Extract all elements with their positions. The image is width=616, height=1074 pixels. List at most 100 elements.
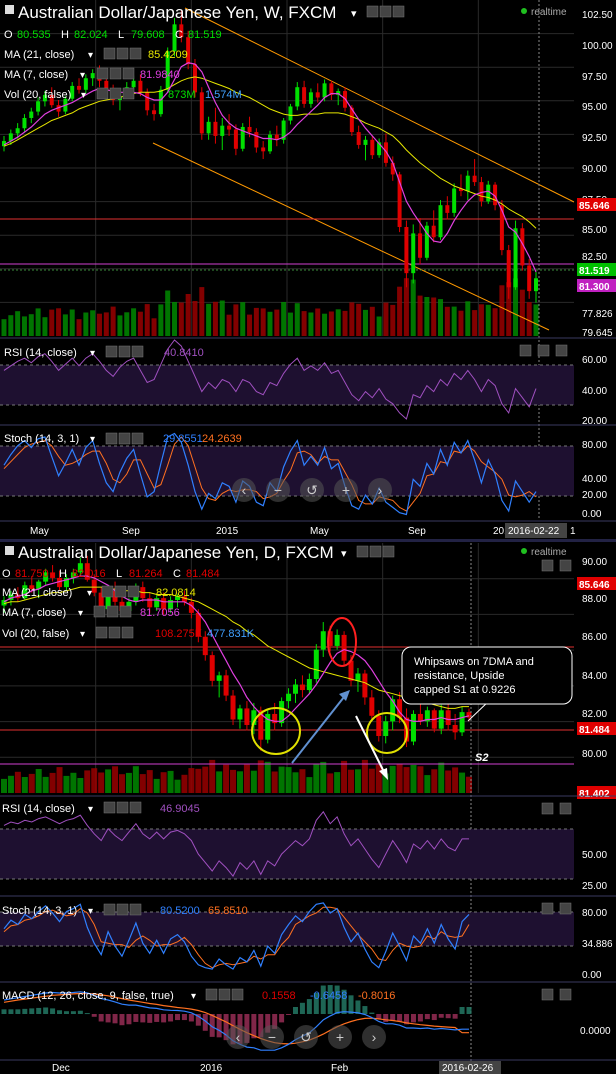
- weekly-title-hide-icon[interactable]: [379, 5, 392, 18]
- daily-macd-histogram-bar: [390, 1014, 396, 1021]
- weekly-title-close-icon[interactable]: [392, 5, 405, 18]
- daily-ma21-settings-icon[interactable]: [101, 585, 114, 598]
- daily-stoch-tick: 34.886: [582, 939, 613, 950]
- daily-volume-bar: [431, 769, 438, 793]
- weekly-title-settings-icon[interactable]: [366, 5, 379, 18]
- weekly-stoch-settings-icon[interactable]: [105, 432, 118, 445]
- weekly-title-dropdown-icon[interactable]: ▾: [351, 8, 357, 20]
- tradingview-chart-svg[interactable]: 102.50100.0097.5095.0092.5090.0087.5085.…: [0, 0, 616, 1074]
- daily-ohlc-value: 81.484: [186, 568, 220, 580]
- weekly-rsi-tick: 60.00: [582, 355, 607, 366]
- daily-macd-histogram-bar: [279, 1014, 285, 1023]
- weekly-vol-settings-icon[interactable]: [96, 87, 109, 100]
- daily-scroll-down-icon[interactable]: [559, 559, 572, 572]
- daily-macd-close-icon[interactable]: [231, 988, 244, 1001]
- daily-vol-settings-icon[interactable]: [95, 626, 108, 639]
- weekly-candle: [152, 110, 157, 115]
- weekly-volume-bar: [137, 311, 143, 336]
- daily-stoch-close-icon[interactable]: [559, 902, 572, 915]
- weekly-rsi-settings-icon[interactable]: [105, 345, 118, 358]
- weekly-ma21-close-icon[interactable]: [129, 47, 142, 60]
- weekly-ma21-dropdown-icon[interactable]: ▾: [88, 50, 93, 61]
- daily-vol-dropdown-icon[interactable]: ▾: [80, 629, 85, 640]
- weekly-rsi-hide-icon[interactable]: [118, 345, 131, 358]
- daily-volume-bar: [181, 774, 188, 793]
- daily-vol-hide-icon[interactable]: [108, 626, 121, 639]
- weekly-volume-bar: [192, 301, 198, 336]
- weekly-vol-dropdown-icon[interactable]: ▾: [81, 90, 86, 101]
- weekly-rsi-menu-icon[interactable]: [555, 344, 568, 357]
- weekly-stoch-dropdown-icon[interactable]: ▾: [90, 434, 95, 445]
- weekly-price-tick: 92.50: [582, 133, 607, 144]
- weekly-scroll-left-button-glyph: ‹: [242, 482, 247, 498]
- daily-macd-maximize-icon[interactable]: [541, 988, 554, 1001]
- daily-ma21-dropdown-icon[interactable]: ▾: [87, 588, 92, 599]
- daily-macd-hide-icon[interactable]: [218, 988, 231, 1001]
- daily-collapse-icon[interactable]: [5, 546, 14, 555]
- daily-macd-histogram-bar: [91, 1014, 97, 1017]
- daily-macd-histogram-bar: [50, 1008, 56, 1014]
- weekly-ma7-hide-icon[interactable]: [109, 67, 122, 80]
- daily-rsi-dropdown-icon[interactable]: ▾: [88, 804, 93, 815]
- daily-ma7-dropdown-icon[interactable]: ▾: [78, 608, 83, 619]
- weekly-volume-bar: [206, 303, 212, 336]
- weekly-stoch-hide-icon[interactable]: [118, 432, 131, 445]
- weekly-volume-bar: [226, 314, 232, 336]
- daily-stoch-dropdown-icon[interactable]: ▾: [88, 906, 93, 917]
- daily-title-hide-icon[interactable]: [369, 545, 382, 558]
- weekly-ma21-settings-icon[interactable]: [103, 47, 116, 60]
- weekly-ma21-hide-icon[interactable]: [116, 47, 129, 60]
- daily-ma7-close-icon[interactable]: [119, 605, 132, 618]
- weekly-rsi-dropdown-icon[interactable]: ▾: [90, 348, 95, 359]
- daily-stoch-legend-label: Stoch (14, 3, 1): [2, 905, 77, 917]
- daily-rsi-close-icon[interactable]: [129, 801, 142, 814]
- daily-volume-bar: [70, 772, 77, 793]
- daily-macd-histogram-bar: [362, 1006, 368, 1014]
- daily-volume-bar: [368, 768, 375, 793]
- daily-rsi-close-icon[interactable]: [559, 802, 572, 815]
- daily-macd-histogram-bar: [1, 1009, 7, 1014]
- daily-ma21-close-icon[interactable]: [127, 585, 140, 598]
- daily-volume-bar: [77, 778, 84, 793]
- daily-scroll-up-icon[interactable]: [541, 559, 554, 572]
- daily-ma21-hide-icon[interactable]: [114, 585, 127, 598]
- daily-ma7-settings-icon[interactable]: [93, 605, 106, 618]
- daily-macd-dropdown-icon[interactable]: ▾: [191, 991, 196, 1002]
- weekly-vol-hide-icon[interactable]: [109, 87, 122, 100]
- daily-stoch-maximize-icon[interactable]: [541, 902, 554, 915]
- weekly-ma7-dropdown-icon[interactable]: ▾: [80, 70, 85, 81]
- weekly-volume-bar: [117, 315, 123, 336]
- daily-volume-bar: [167, 770, 174, 793]
- weekly-vol-close-icon[interactable]: [122, 87, 135, 100]
- daily-stoch-k-value: 80.5200: [160, 905, 200, 917]
- daily-macd-close-icon[interactable]: [559, 988, 572, 1001]
- daily-stoch-settings-icon[interactable]: [103, 903, 116, 916]
- daily-title-dropdown-icon[interactable]: ▾: [341, 548, 347, 560]
- weekly-collapse-icon[interactable]: [5, 5, 14, 14]
- daily-stoch-close-icon[interactable]: [129, 903, 142, 916]
- weekly-rsi-close-icon[interactable]: [537, 344, 550, 357]
- daily-volume-bar: [292, 772, 299, 793]
- daily-ma7-hide-icon[interactable]: [106, 605, 119, 618]
- daily-stoch-hide-icon[interactable]: [116, 903, 129, 916]
- weekly-ma7-settings-icon[interactable]: [96, 67, 109, 80]
- weekly-rsi-value: 40.8410: [164, 347, 204, 359]
- daily-vol-close-icon[interactable]: [121, 626, 134, 639]
- daily-macd-histogram-bar: [15, 1009, 21, 1014]
- daily-time-tick: Dec: [52, 1063, 70, 1074]
- weekly-ma7-close-icon[interactable]: [122, 67, 135, 80]
- weekly-stoch-close-icon[interactable]: [131, 432, 144, 445]
- weekly-volume-bar: [349, 302, 355, 336]
- daily-rsi-maximize-icon[interactable]: [541, 802, 554, 815]
- weekly-volume-bar: [492, 308, 498, 336]
- daily-title-settings-icon[interactable]: [356, 545, 369, 558]
- daily-title-close-icon[interactable]: [382, 545, 395, 558]
- daily-rsi-hide-icon[interactable]: [116, 801, 129, 814]
- daily-macd-histogram-bar: [299, 1002, 305, 1014]
- weekly-rsi-maximize-icon[interactable]: [519, 344, 532, 357]
- daily-macd-settings-icon[interactable]: [205, 988, 218, 1001]
- daily-macd-histogram-bar: [383, 1014, 389, 1022]
- daily-rsi-settings-icon[interactable]: [103, 801, 116, 814]
- weekly-rsi-close-icon[interactable]: [131, 345, 144, 358]
- weekly-ohlc-label: H: [61, 29, 69, 41]
